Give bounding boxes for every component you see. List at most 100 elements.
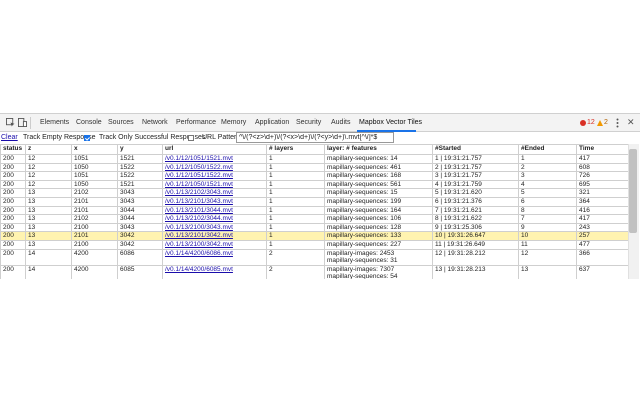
cell-x: 4200 [71, 248, 118, 266]
error-badge[interactable]: 12 [580, 119, 595, 126]
cell-y: 1521 [117, 154, 163, 164]
cell-x: 2102 [71, 214, 118, 224]
tab-performance[interactable]: Performance [176, 119, 216, 126]
tile-url-link[interactable]: /v0.1/12/1050/1522.mvt [165, 164, 233, 171]
tile-url-link[interactable]: /v0.1/13/2100/3042.mvt [165, 241, 233, 248]
cell-started: 2 | 19:31:21.757 [432, 162, 519, 173]
cell-status: 200 [0, 162, 26, 173]
cell-time: 608 [576, 162, 628, 173]
cell-time: 257 [576, 231, 628, 241]
col-layers[interactable]: # layers [266, 144, 325, 155]
tile-url-link[interactable]: /v0.1/14/4200/6086.mvt [165, 250, 233, 256]
error-icon [580, 119, 586, 126]
table-row[interactable]: 200 13 2102 3044/v0.1/13/2102/3044.mvt 1 mapi… [0, 214, 628, 224]
table-row[interactable]: 200 13 2101 3042/v0.1/13/2101/3042.mvt 1 mapi… [0, 231, 628, 241]
tab-mapbox-vector-tiles[interactable]: Mapbox Vector Tiles [359, 119, 422, 126]
table-row[interactable]: 200 13 2100 3042/v0.1/13/2100/3042.mvt 1 mapi… [0, 239, 628, 250]
cell-status: 200 [0, 239, 26, 250]
cell-started: 11 | 19:31:26.649 [432, 239, 519, 250]
track-success-checkbox[interactable] [188, 135, 194, 141]
cell-layers: 1 [266, 205, 325, 216]
cell-started: 9 | 19:31:25.306 [432, 222, 519, 233]
tile-url-link[interactable]: /v0.1/14/4200/6085.mvt [165, 266, 233, 272]
more-options-icon[interactable] [616, 118, 619, 128]
col-z[interactable]: z [25, 144, 72, 155]
error-count: 12 [587, 119, 595, 126]
table-row[interactable]: 200 13 2101 3043/v0.1/13/2101/3043.mvt 1 mapi… [0, 196, 628, 207]
tile-url-link[interactable]: /v0.1/12/1051/1521.mvt [165, 155, 233, 162]
tab-network[interactable]: Network [142, 119, 168, 126]
cell-started: 4 | 19:31:21.759 [432, 179, 519, 190]
cell-ended: 5 [518, 188, 577, 198]
table-row[interactable]: 200 13 2102 3043/v0.1/13/2102/3043.mvt 1 mapi… [0, 188, 628, 198]
cell-y: 1521 [117, 179, 163, 190]
url-pattern-input[interactable] [236, 132, 394, 143]
cell-ended: 10 [518, 231, 577, 241]
table-row[interactable]: 200 13 2100 3043/v0.1/13/2100/3043.mvt 1 mapi… [0, 222, 628, 233]
cell-x: 2101 [71, 205, 118, 216]
feature-line: mapillary-sequences: 168 [327, 172, 402, 180]
tile-url-link[interactable]: /v0.1/12/1050/1521.mvt [165, 181, 233, 188]
table-row[interactable]: 200 14 4200 6086/v0.1/14/4200/6086.mvt 2 mapi… [0, 248, 628, 266]
cell-z: 13 [25, 188, 72, 198]
col-started[interactable]: #Started [432, 144, 519, 155]
track-empty-checkbox[interactable] [84, 135, 90, 141]
cell-ended: 11 [518, 239, 577, 250]
cell-time: 477 [576, 239, 628, 250]
cell-features: mapillary-sequences: 14 [324, 154, 433, 164]
cell-started: 3 | 19:31:21.757 [432, 171, 519, 181]
close-devtools-icon[interactable]: ✕ [627, 118, 635, 127]
tab-memory[interactable]: Memory [221, 119, 246, 126]
tab-audits[interactable]: Audits [331, 119, 350, 126]
cell-features: mapillary-sequences: 561 [324, 179, 433, 190]
cell-time: 695 [576, 179, 628, 190]
tile-url-link[interactable]: /v0.1/13/2101/3043.mvt [165, 198, 233, 205]
cell-layers: 1 [266, 222, 325, 233]
cell-status: 200 [0, 231, 26, 241]
col-ended[interactable]: #Ended [518, 144, 577, 155]
cell-z: 12 [25, 154, 72, 164]
col-y[interactable]: y [117, 144, 163, 155]
feature-line: mapillary-sequences: 31 [327, 257, 398, 265]
table-row[interactable]: 200 13 2101 3044/v0.1/13/2101/3044.mvt 1 mapi… [0, 205, 628, 216]
table-row[interactable]: 200 12 1050 1521/v0.1/12/1050/1521.mvt 1 mapi… [0, 179, 628, 190]
tile-url-link[interactable]: /v0.1/13/2102/3043.mvt [165, 190, 233, 197]
clear-button[interactable]: Clear [1, 134, 18, 141]
col-status[interactable]: status [0, 144, 26, 155]
tile-url-link[interactable]: /v0.1/13/2101/3044.mvt [165, 207, 233, 214]
cell-z: 14 [25, 264, 72, 279]
cell-features: mapillary-sequences: 461 [324, 162, 433, 173]
device-toolbar-icon[interactable] [18, 118, 27, 127]
cell-y: 3044 [117, 205, 163, 216]
tab-console[interactable]: Console [76, 119, 102, 126]
table-scrollbar-thumb[interactable] [629, 149, 637, 233]
table-row[interactable]: 200 12 1051 1522/v0.1/12/1051/1522.mvt 1 mapi… [0, 171, 628, 181]
cell-z: 13 [25, 196, 72, 207]
cell-x: 2101 [71, 231, 118, 241]
tile-url-link[interactable]: /v0.1/13/2100/3043.mvt [165, 224, 233, 231]
warning-badge[interactable]: 2 [597, 119, 608, 126]
col-features[interactable]: layer: # features [324, 144, 433, 155]
tile-url-link[interactable]: /v0.1/13/2101/3042.mvt [165, 233, 233, 240]
col-time[interactable]: Time [576, 144, 628, 155]
cell-status: 200 [0, 264, 26, 279]
cell-status: 200 [0, 171, 26, 181]
cell-time: 364 [576, 196, 628, 207]
tab-elements[interactable]: Elements [40, 119, 69, 126]
cell-features: mapillary-images: 2453 mapillary-sequence… [324, 248, 433, 266]
tile-url-link[interactable]: /v0.1/12/1051/1522.mvt [165, 173, 233, 180]
table-row[interactable]: 200 14 4200 6085/v0.1/14/4200/6085.mvt 2 mapi… [0, 264, 628, 279]
inspect-element-icon[interactable] [6, 118, 15, 127]
tile-url-link[interactable]: /v0.1/13/2102/3044.mvt [165, 216, 233, 223]
cell-y: 3042 [117, 231, 163, 241]
cell-url: /v0.1/14/4200/6085.mvt [162, 264, 267, 279]
toolbar-separator [30, 117, 31, 129]
tab-security[interactable]: Security [296, 119, 321, 126]
tab-application[interactable]: Application [255, 119, 289, 126]
col-x[interactable]: x [71, 144, 118, 155]
table-row[interactable]: 200 12 1051 1521/v0.1/12/1051/1521.mvt 1 mapi… [0, 154, 628, 164]
feature-line: mapillary-sequences: 561 [327, 180, 402, 188]
table-row[interactable]: 200 12 1050 1522/v0.1/12/1050/1522.mvt 1 mapi… [0, 162, 628, 173]
tab-sources[interactable]: Sources [108, 119, 134, 126]
col-url[interactable]: url [162, 144, 267, 155]
